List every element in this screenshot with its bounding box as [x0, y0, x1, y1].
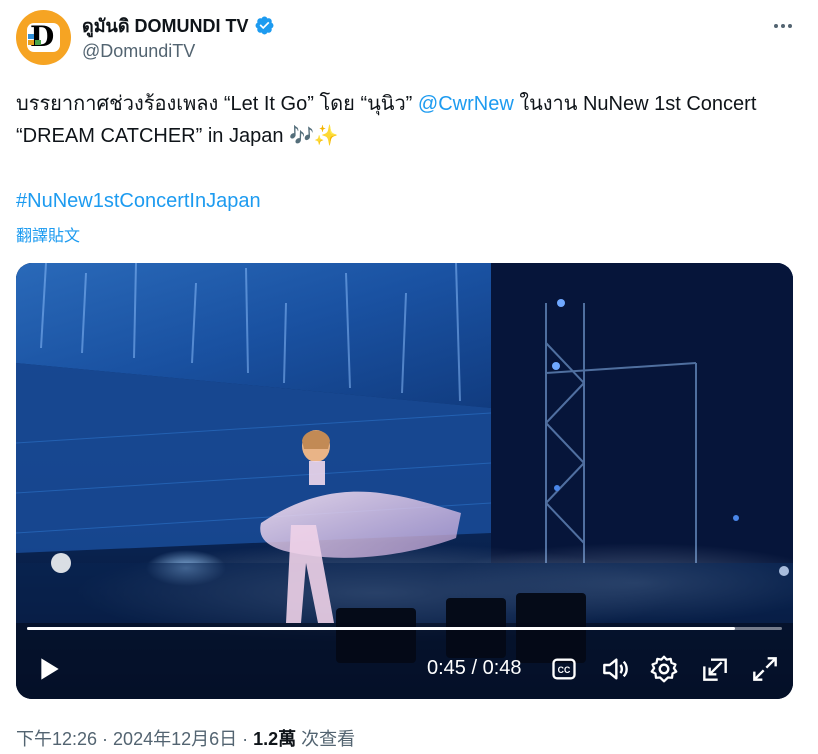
- mention-link[interactable]: @CwrNew: [418, 93, 514, 115]
- video-progress-fill: [27, 627, 735, 630]
- hashtag-line: #NuNew1stConcertInJapan: [16, 186, 261, 216]
- translate-post-link[interactable]: 翻譯貼文: [16, 222, 80, 246]
- hashtag-link[interactable]: #NuNew1stConcertInJapan: [16, 190, 261, 212]
- meta-separator: ·: [97, 729, 114, 749]
- captions-icon[interactable]: CC: [550, 655, 578, 683]
- video-time: 0:45 / 0:48: [427, 657, 522, 679]
- tweet-meta: 下午12:26 · 2024年12月6日 · 1.2萬 次查看: [16, 725, 355, 751]
- tweet-time[interactable]: 下午12:26: [16, 729, 97, 749]
- svg-text:CC: CC: [558, 665, 571, 675]
- popout-icon[interactable]: [699, 653, 731, 685]
- play-icon[interactable]: [32, 653, 64, 685]
- display-name[interactable]: ดูมันดิ DOMUNDI TV: [82, 11, 249, 40]
- video-controls: 0:45 / 0:48 CC: [16, 645, 793, 693]
- meta-separator: ·: [237, 729, 254, 749]
- volume-icon[interactable]: [599, 653, 631, 685]
- video-frame: [16, 263, 793, 699]
- video-player[interactable]: 0:45 / 0:48 CC: [16, 263, 793, 699]
- tweet-date[interactable]: 2024年12月6日: [113, 729, 237, 749]
- verified-badge-icon: [255, 16, 274, 34]
- tweet-header: D ดูมันดิ DOMUNDI TV @DomundiTV: [16, 10, 802, 70]
- fullscreen-icon[interactable]: [749, 653, 781, 685]
- views-label: 次查看: [296, 729, 356, 749]
- music-sparkles-emoji: 🎶✨: [289, 125, 339, 147]
- settings-icon[interactable]: [648, 653, 680, 685]
- views-count: 1.2萬: [253, 729, 297, 749]
- author-names: ดูมันดิ DOMUNDI TV @DomundiTV: [82, 14, 275, 62]
- handle[interactable]: @DomundiTV: [82, 41, 275, 62]
- tweet-text: บรรยากาศช่วงร้องเพลง “Let It Go” โดย “นุ…: [16, 88, 806, 152]
- more-options-icon[interactable]: [770, 16, 796, 36]
- tweet-text-part: บรรยากาศช่วงร้องเพลง “Let It Go” โดย “นุ…: [16, 93, 418, 115]
- video-progress-bar[interactable]: [27, 627, 782, 630]
- avatar[interactable]: D: [16, 10, 71, 65]
